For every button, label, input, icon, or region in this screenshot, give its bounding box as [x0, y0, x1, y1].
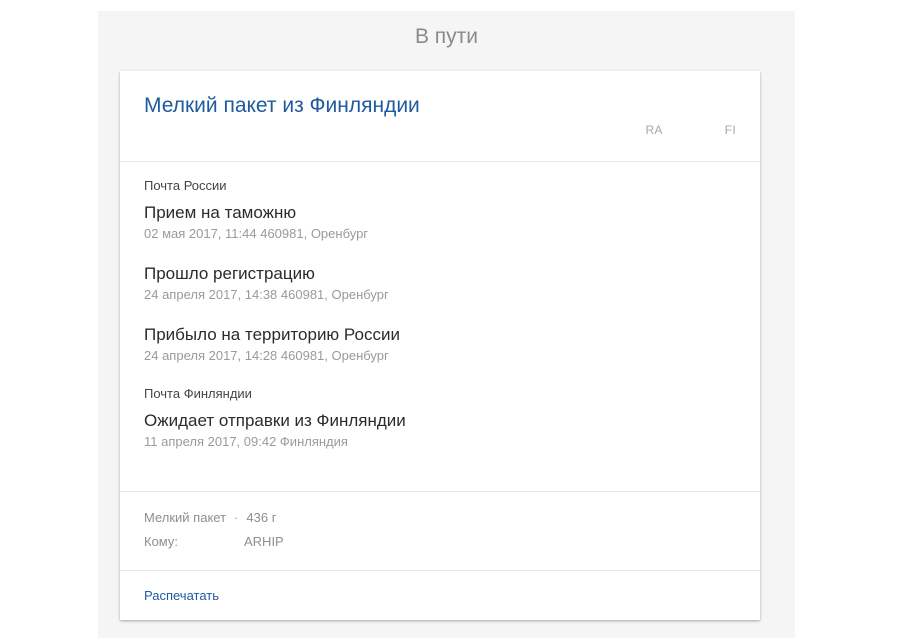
parcel-details: Мелкий пакет · 436 г Кому: ARHIP: [144, 509, 736, 557]
parcel-card: Мелкий пакет из Финляндии RA FI Почта Рос…: [120, 71, 760, 620]
parcel-weight: 436 г: [246, 510, 277, 525]
divider: [120, 491, 760, 492]
divider: [120, 570, 760, 571]
card-header: Мелкий пакет из Финляндии RA FI: [120, 71, 760, 162]
parcel-title: Мелкий пакет из Финляндии: [144, 94, 420, 117]
status-header: В пути: [414, 25, 479, 48]
event-meta: 24 апреля 2017, 14:38 460981, Оренбург: [144, 287, 389, 302]
event-meta: 02 мая 2017, 11:44 460981, Оренбург: [144, 226, 369, 241]
tracking-event: Прибыло на территорию России 24 апреля 2…: [144, 324, 736, 365]
event-title: Прошло регистрацию: [144, 264, 315, 283]
tracking-event: Ожидает отправки из Финляндии 11 апреля …: [144, 410, 736, 451]
separator-dot: ·: [234, 510, 239, 525]
parcel-type: Мелкий пакет: [144, 510, 227, 525]
parcel-type-weight: Мелкий пакет · 436 г: [144, 509, 736, 533]
print-link[interactable]: Распечатать: [144, 587, 219, 604]
provider-label: Почта Финляндии: [144, 386, 252, 401]
tracking-panel: В пути Мелкий пакет из Финляндии RA FI По…: [98, 11, 795, 638]
event-meta: 24 апреля 2017, 14:28 460981, Оренбург: [144, 348, 389, 363]
recipient-name: ARHIP: [244, 534, 284, 549]
tracking-suffix: FI: [724, 123, 736, 137]
event-title: Прибыло на территорию России: [144, 325, 400, 344]
tracking-prefix: RA: [645, 123, 663, 137]
event-title: Ожидает отправки из Финляндии: [144, 411, 406, 430]
tracking-event: Прошло регистрацию 24 апреля 2017, 14:38…: [144, 263, 736, 304]
tracking-events: Почта России Прием на таможню 02 мая 201…: [144, 177, 736, 451]
tracking-number: RA FI: [645, 123, 736, 137]
provider-label: Почта России: [144, 178, 227, 193]
recipient-label: Кому:: [144, 534, 178, 549]
event-title: Прием на таможню: [144, 203, 297, 222]
recipient-row: Кому: ARHIP: [144, 533, 736, 557]
event-meta: 11 апреля 2017, 09:42 Финляндия: [144, 434, 348, 449]
tracking-event: Прием на таможню 02 мая 2017, 11:44 4609…: [144, 202, 736, 243]
